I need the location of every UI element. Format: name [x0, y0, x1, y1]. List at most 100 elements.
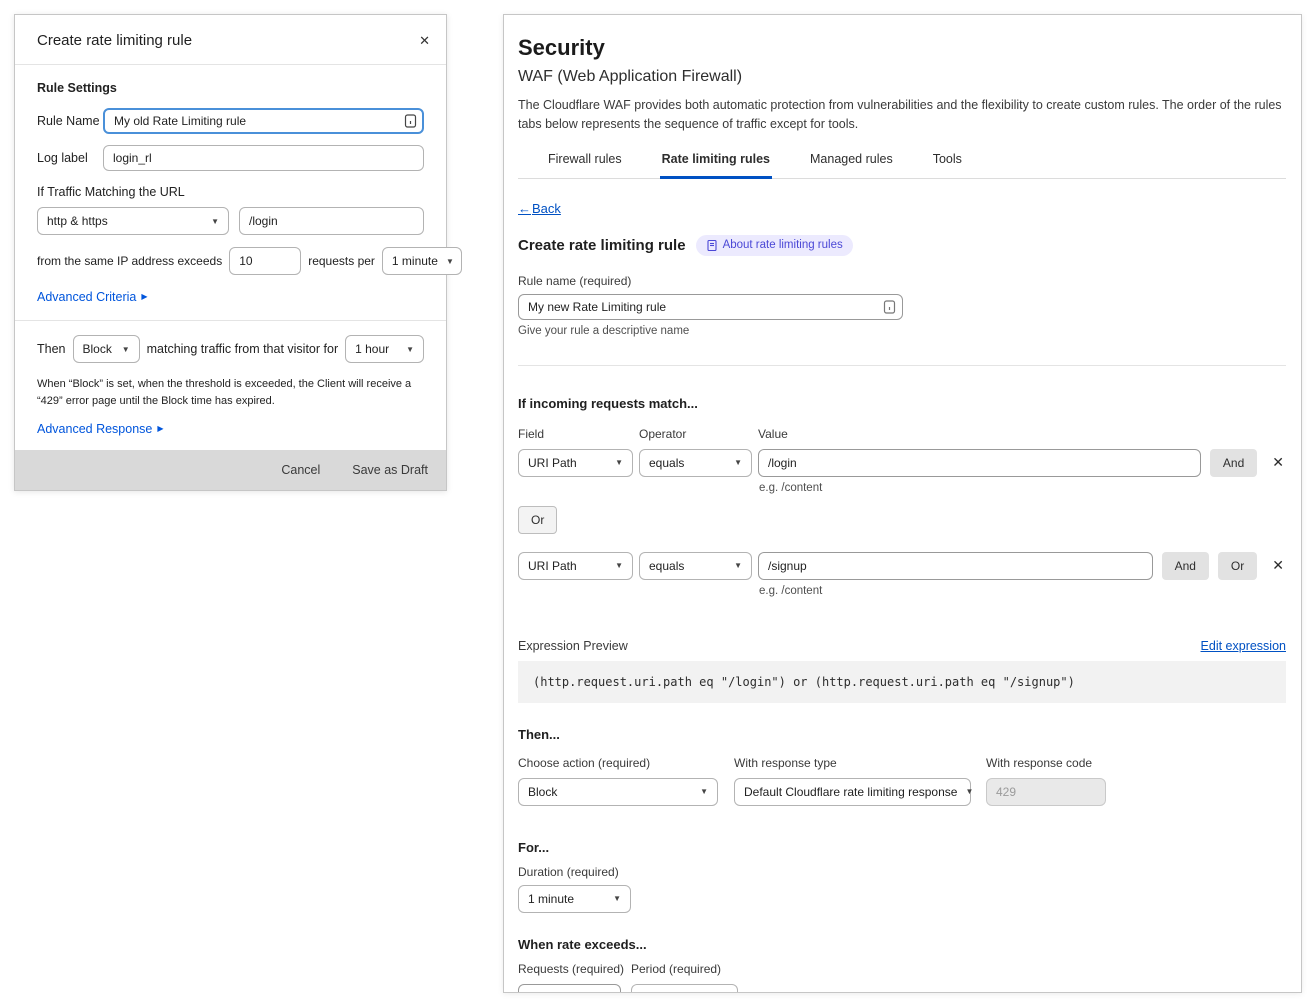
value-input[interactable]: [758, 449, 1201, 477]
choose-action-label: Choose action (required): [518, 756, 734, 770]
rule-name-helper: Give your rule a descriptive name: [518, 325, 1286, 337]
response-type-value: Default Cloudflare rate limiting respons…: [744, 785, 957, 799]
action-select[interactable]: Block ▼: [73, 335, 140, 363]
log-label-row: Log label: [37, 145, 424, 171]
or-button[interactable]: Or: [1218, 552, 1257, 580]
remove-condition-icon[interactable]: ✕: [1270, 557, 1286, 574]
save-as-draft-button[interactable]: Save as Draft: [352, 463, 428, 477]
period-select[interactable]: 1 minute ▼: [631, 984, 738, 994]
about-badge-label: About rate limiting rules: [723, 239, 843, 251]
requests-input[interactable]: [229, 247, 301, 275]
and-button[interactable]: And: [1210, 449, 1257, 477]
response-type-label: With response type: [734, 756, 986, 770]
dialog-footer: Cancel Save as Draft: [15, 450, 446, 490]
operator-label: Operator: [639, 427, 758, 441]
rate-labels: Requests (required) Period (required): [518, 962, 1286, 976]
requests-input[interactable]: [518, 984, 621, 994]
expander-arrow-icon: ▶: [157, 425, 163, 433]
operator-select[interactable]: equals ▼: [639, 449, 752, 477]
rule-name-input-wrap: [518, 294, 903, 320]
rate-heading: When rate exceeds...: [518, 937, 1286, 952]
tab-rate-limiting-rules[interactable]: Rate limiting rules: [660, 152, 772, 179]
matching-text: matching traffic from that visitor for: [147, 342, 339, 356]
chevron-down-icon: ▼: [734, 561, 742, 570]
tab-tools[interactable]: Tools: [931, 152, 964, 179]
page-subtitle: WAF (Web Application Firewall): [518, 68, 1286, 86]
autofill-icon: [404, 114, 417, 129]
edit-expression-link[interactable]: Edit expression: [1201, 639, 1286, 653]
back-link[interactable]: ← Back: [518, 201, 561, 216]
requests-label: Requests (required): [518, 962, 631, 976]
period-select-value: 1 minute: [392, 254, 438, 268]
response-type-select[interactable]: Default Cloudflare rate limiting respons…: [734, 778, 971, 806]
response-code-input: [986, 778, 1106, 806]
for-heading: For...: [518, 840, 1286, 855]
url-input[interactable]: [239, 207, 424, 235]
chevron-down-icon: ▼: [700, 787, 708, 796]
value-input[interactable]: [758, 552, 1153, 580]
dialog-header: Create rate limiting rule ✕: [15, 15, 446, 65]
field-select[interactable]: URI Path ▼: [518, 552, 633, 580]
chevron-down-icon: ▼: [122, 345, 130, 354]
log-label-input[interactable]: [103, 145, 424, 171]
chevron-down-icon: ▼: [615, 458, 623, 467]
about-rate-limiting-badge[interactable]: About rate limiting rules: [696, 235, 853, 256]
expression-preview: (http.request.uri.path eq "/login") or (…: [518, 661, 1286, 703]
then-label: Then: [37, 342, 66, 356]
waf-security-panel: Security WAF (Web Application Firewall) …: [503, 14, 1302, 993]
chevron-down-icon: ▼: [734, 458, 742, 467]
requests-per-text: requests per: [308, 254, 375, 268]
choose-action-value: Block: [528, 785, 557, 799]
waf-tabs: Firewall rules Rate limiting rules Manag…: [518, 152, 1286, 179]
value-label: Value: [758, 427, 788, 441]
field-select[interactable]: URI Path ▼: [518, 449, 633, 477]
tab-managed-rules[interactable]: Managed rules: [808, 152, 895, 179]
and-button[interactable]: And: [1162, 552, 1209, 580]
condition-labels: Field Operator Value: [518, 427, 1286, 441]
cancel-button[interactable]: Cancel: [281, 463, 320, 477]
dialog-body: Rule Settings Rule Name Log label If Tra…: [15, 65, 446, 485]
response-code-label: With response code: [986, 756, 1092, 770]
back-arrow-icon: ←: [518, 201, 531, 216]
rule-name-label: Rule Name: [37, 114, 103, 128]
rule-name-input[interactable]: [103, 108, 424, 134]
condition-row: URI Path ▼ equals ▼ And Or ✕: [518, 552, 1286, 580]
tab-firewall-rules[interactable]: Firewall rules: [546, 152, 624, 179]
operator-select[interactable]: equals ▼: [639, 552, 752, 580]
rule-settings-heading: Rule Settings: [37, 81, 424, 95]
action-select-value: Block: [83, 342, 112, 356]
advanced-response-link[interactable]: Advanced Response ▶: [37, 422, 164, 436]
scheme-select[interactable]: http & https ▼: [37, 207, 229, 235]
ban-duration-select[interactable]: 1 hour ▼: [345, 335, 424, 363]
page-title: Security: [518, 35, 1286, 61]
choose-action-select[interactable]: Block ▼: [518, 778, 718, 806]
create-rule-heading: Create rate limiting rule: [518, 237, 686, 254]
or-connector-button[interactable]: Or: [518, 506, 557, 534]
then-heading: Then...: [518, 727, 1286, 742]
condition-row: URI Path ▼ equals ▼ And ✕: [518, 449, 1286, 477]
value-helper: e.g. /content: [518, 482, 1286, 494]
period-select[interactable]: 1 minute ▼: [382, 247, 462, 275]
traffic-match-label: If Traffic Matching the URL: [37, 185, 424, 199]
chevron-down-icon: ▼: [406, 345, 414, 354]
block-note: When “Block” is set, when the threshold …: [37, 376, 424, 410]
expander-arrow-icon: ▶: [141, 293, 147, 301]
then-labels: Choose action (required) With response t…: [518, 756, 1286, 770]
close-icon[interactable]: ✕: [419, 34, 430, 47]
rule-name-input[interactable]: [518, 294, 903, 320]
divider: [15, 320, 446, 321]
then-controls-row: Block ▼ Default Cloudflare rate limiting…: [518, 778, 1286, 806]
rate-controls-row: 1 minute ▼: [518, 984, 1286, 994]
create-rate-limiting-rule-dialog: Create rate limiting rule ✕ Rule Setting…: [14, 14, 447, 491]
rule-name-row: Rule Name: [37, 108, 424, 134]
create-rule-heading-row: Create rate limiting rule About rate lim…: [518, 235, 1286, 256]
duration-select[interactable]: 1 minute ▼: [518, 885, 631, 913]
remove-condition-icon[interactable]: ✕: [1270, 454, 1286, 471]
advanced-criteria-link[interactable]: Advanced Criteria ▶: [37, 290, 148, 304]
expression-header: Expression Preview Edit expression: [518, 639, 1286, 653]
then-row: Then Block ▼ matching traffic from that …: [37, 335, 424, 363]
expression-preview-label: Expression Preview: [518, 639, 628, 653]
book-icon: [706, 239, 718, 252]
value-helper: e.g. /content: [518, 585, 1286, 597]
chevron-down-icon: ▼: [613, 894, 621, 903]
